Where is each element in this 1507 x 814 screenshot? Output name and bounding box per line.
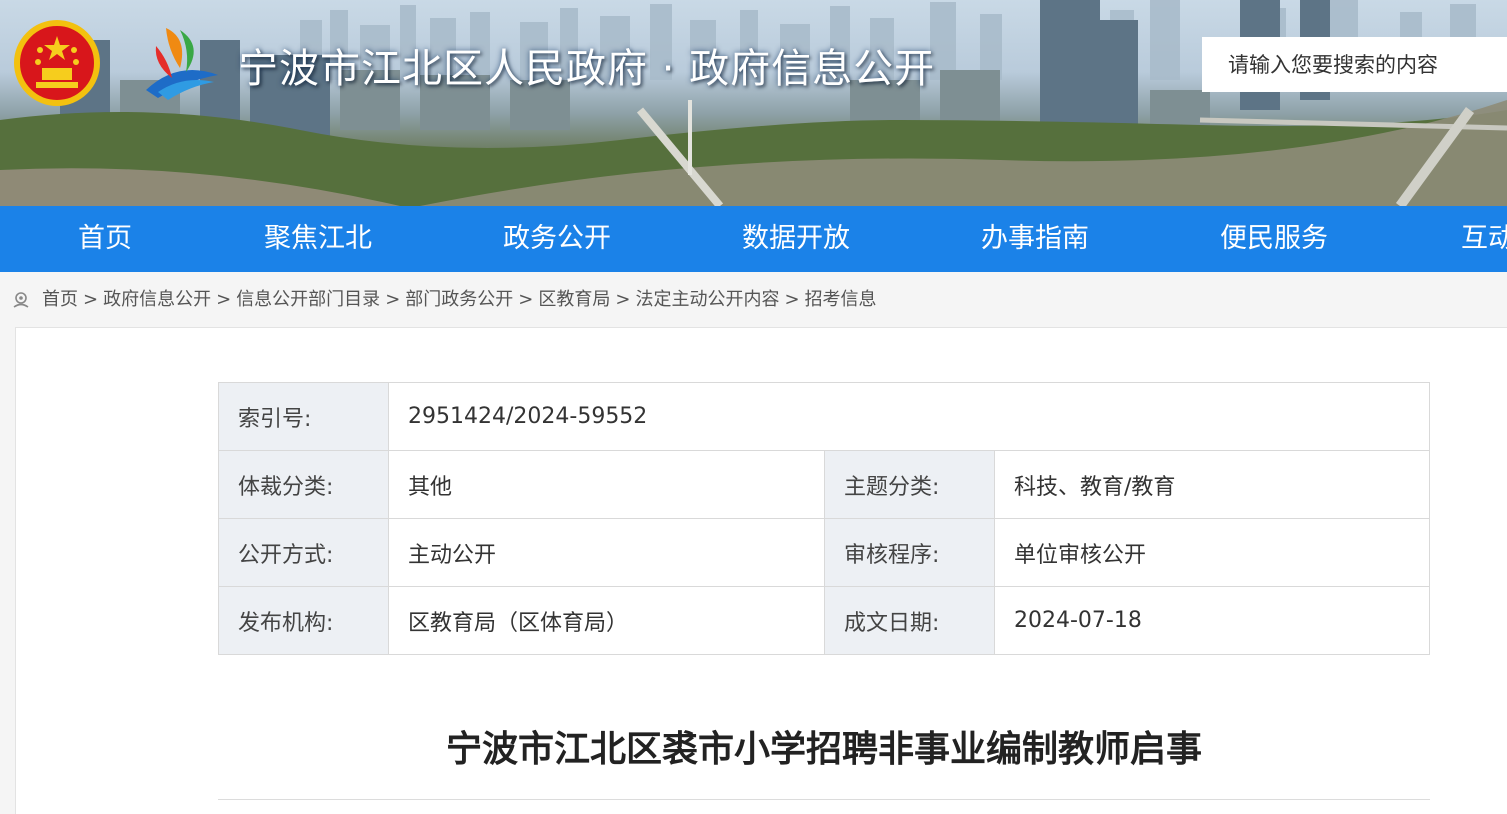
document-title: 宁波市江北区裘市小学招聘非事业编制教师启事: [445, 729, 1202, 770]
org-label: 发布机构:: [218, 586, 389, 655]
breadcrumb-recruitment-info[interactable]: 招考信息: [805, 288, 877, 312]
review-value: 单位审核公开: [994, 518, 1430, 587]
document-meta-table: 索引号: 2951424/2024-59552 体裁分类: 其他 主题分类: 科…: [218, 382, 1430, 655]
date-label: 成文日期:: [824, 586, 995, 655]
site-title: 宁波市江北区人民政府 · 政府信息公开: [238, 46, 936, 92]
site-header: 宁波市江北区人民政府 · 政府信息公开: [0, 0, 1507, 206]
method-label: 公开方式:: [218, 518, 389, 587]
national-emblem-icon: [14, 20, 100, 106]
breadcrumb-separator: >: [83, 289, 99, 310]
breadcrumb-separator: >: [385, 289, 401, 310]
nav-item-interaction[interactable]: 互动: [1461, 206, 1507, 272]
breadcrumb-separator: >: [216, 289, 232, 310]
genre-label: 体裁分类:: [218, 450, 389, 519]
breadcrumb-separator: >: [615, 289, 631, 310]
index-value: 2951424/2024-59552: [388, 382, 1430, 451]
breadcrumb-education-bureau[interactable]: 区教育局: [538, 288, 610, 312]
search-input[interactable]: [1202, 37, 1507, 92]
nav-item-home[interactable]: 首页: [78, 206, 132, 272]
table-row: 体裁分类: 其他 主题分类: 科技、教育/教育: [218, 450, 1430, 519]
breadcrumb-gov-info[interactable]: 政府信息公开: [103, 288, 211, 312]
nav-item-focus-jiangbei[interactable]: 聚焦江北: [264, 206, 372, 272]
table-row: 公开方式: 主动公开 审核程序: 单位审核公开: [218, 518, 1430, 587]
breadcrumb-separator: >: [784, 289, 800, 310]
breadcrumb-separator: >: [518, 289, 534, 310]
title-divider: [218, 799, 1430, 800]
org-value: 区教育局（区体育局）: [388, 586, 825, 655]
breadcrumb-dept-directory[interactable]: 信息公开部门目录: [236, 288, 380, 312]
topic-label: 主题分类:: [824, 450, 995, 519]
breadcrumb-dept-affairs[interactable]: 部门政务公开: [405, 288, 513, 312]
main-nav: 首页 聚焦江北 政务公开 数据开放 办事指南 便民服务 互动: [0, 206, 1507, 272]
nav-item-open-data[interactable]: 数据开放: [742, 206, 850, 272]
district-logo-icon: [146, 28, 218, 100]
genre-value: 其他: [388, 450, 825, 519]
method-value: 主动公开: [388, 518, 825, 587]
nav-item-government-affairs[interactable]: 政务公开: [503, 206, 611, 272]
date-value: 2024-07-18: [994, 586, 1430, 655]
breadcrumb-statutory-content[interactable]: 法定主动公开内容: [635, 288, 779, 312]
topic-value: 科技、教育/教育: [994, 450, 1430, 519]
table-row: 索引号: 2951424/2024-59552: [218, 382, 1430, 451]
nav-item-public-services[interactable]: 便民服务: [1220, 206, 1328, 272]
review-label: 审核程序:: [824, 518, 995, 587]
nav-item-service-guide[interactable]: 办事指南: [981, 206, 1089, 272]
location-pin-icon: [13, 292, 29, 308]
index-label: 索引号:: [218, 382, 389, 451]
breadcrumb: 首页 > 政府信息公开 > 信息公开部门目录 > 部门政务公开 > 区教育局 >…: [12, 288, 877, 312]
breadcrumb-home[interactable]: 首页: [42, 288, 78, 312]
table-row: 发布机构: 区教育局（区体育局） 成文日期: 2024-07-18: [218, 586, 1430, 655]
